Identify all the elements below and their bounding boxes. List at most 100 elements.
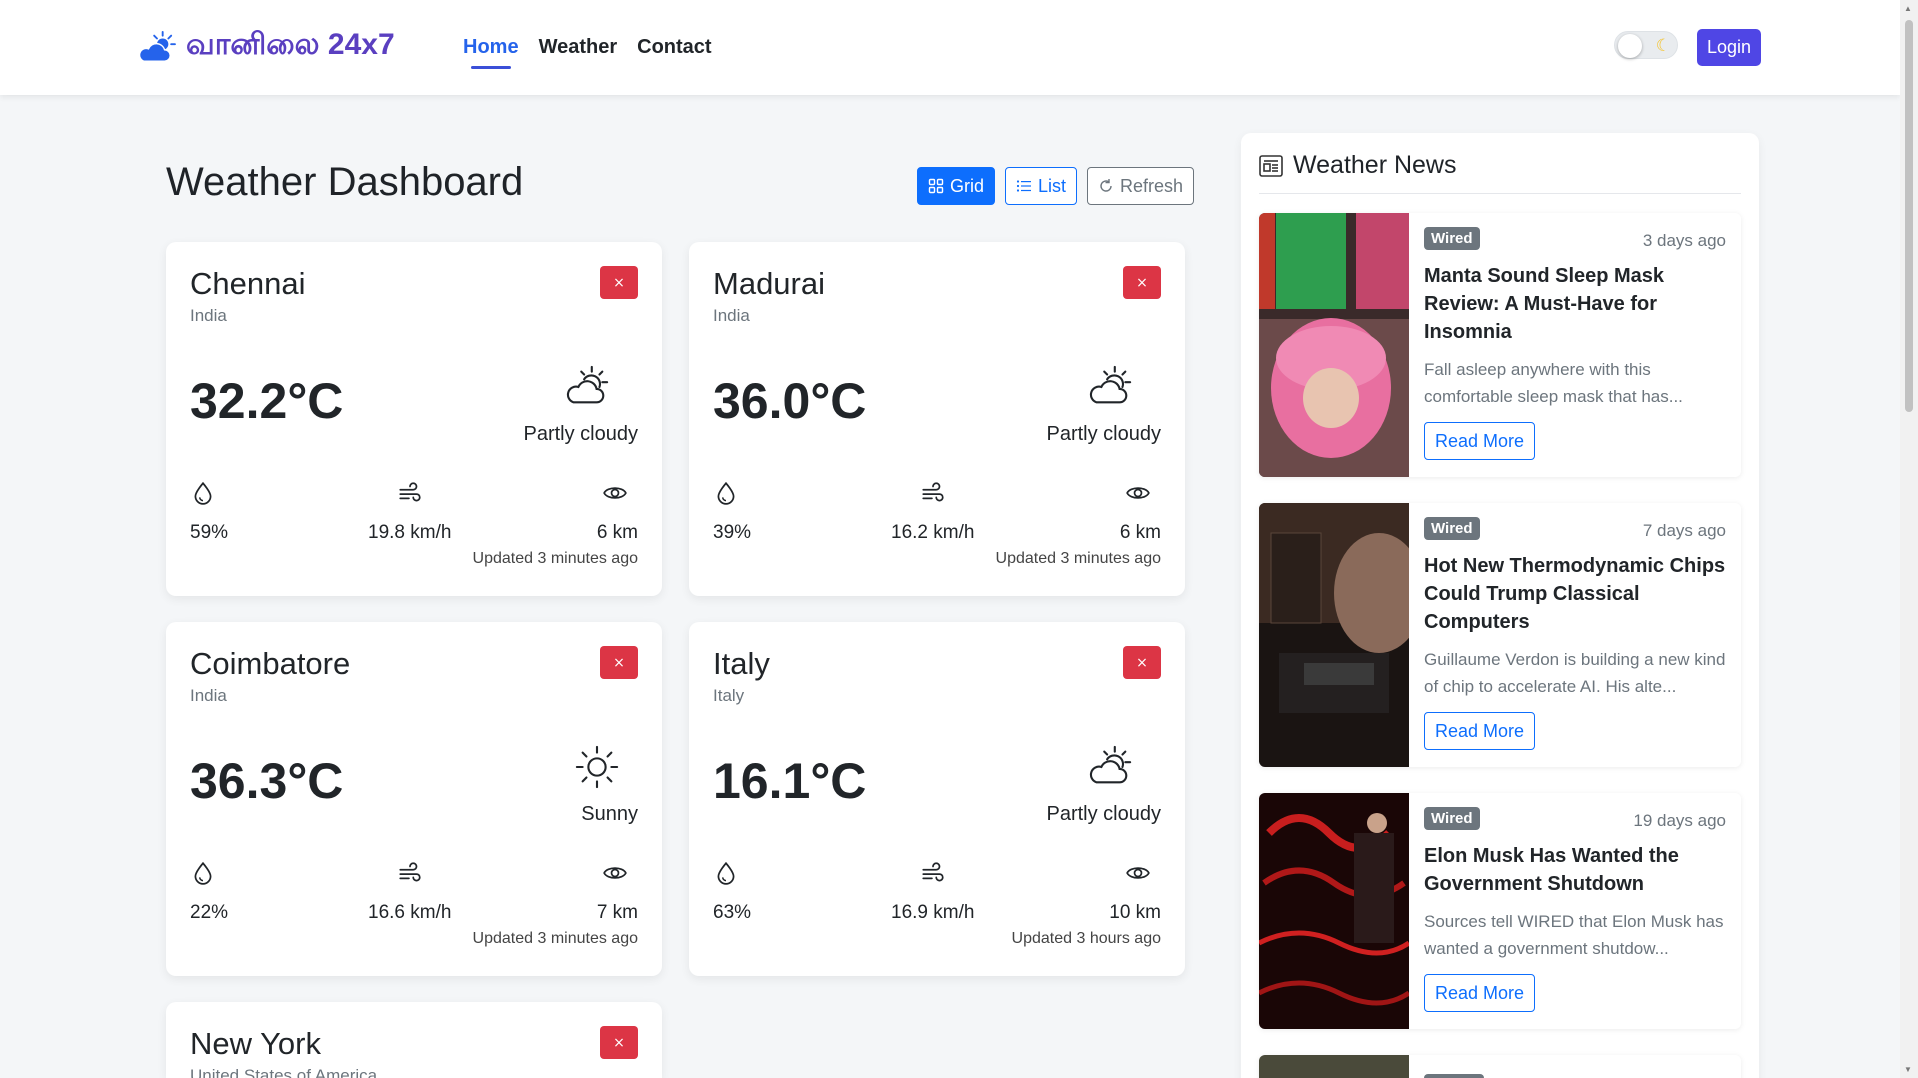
news-thumbnail: [1259, 213, 1409, 477]
remove-city-button[interactable]: ×: [600, 266, 638, 299]
newspaper-icon: [1259, 154, 1283, 177]
brand-name: வானிலை 24x7: [186, 28, 395, 61]
wind-value: 19.8 km/h: [368, 522, 452, 543]
news-item: Wired 19 days ago Elon Musk Has Wanted t…: [1259, 793, 1741, 1029]
brand[interactable]: வானிலை 24x7: [138, 28, 395, 66]
visibility-icon: [602, 860, 628, 886]
scrollbar-thumb[interactable]: [1905, 20, 1913, 412]
city-card-madurai: Madurai India × 36.0°C Partly cloudy 39%…: [689, 242, 1185, 596]
refresh-button[interactable]: Refresh: [1087, 167, 1195, 205]
toggle-knob: [1618, 34, 1642, 58]
nav-weather[interactable]: Weather: [539, 36, 618, 69]
wind-value: 16.9 km/h: [891, 902, 975, 923]
updated-time: Updated 3 hours ago: [1011, 930, 1161, 947]
source-badge: Wired: [1424, 517, 1480, 540]
city-card-coimbatore: Coimbatore India × 36.3°C Sunny 22% 16.6…: [166, 622, 662, 976]
wind-icon: [397, 480, 423, 506]
read-more-button[interactable]: Read More: [1424, 974, 1536, 1012]
humidity-icon: [713, 860, 739, 886]
partly-cloudy-icon: [1087, 744, 1133, 790]
news-panel: Weather News Wired 3 days ago Manta Soun…: [1241, 133, 1759, 1078]
updated-time: Updated 3 minutes ago: [472, 550, 638, 567]
wind-icon: [920, 480, 946, 506]
wind-icon: [397, 860, 423, 886]
page-title: Weather Dashboard: [166, 160, 524, 204]
city-name: Madurai: [713, 266, 825, 301]
news-headline: Elon Musk Has Wanted the Government Shut…: [1424, 845, 1679, 895]
visibility-icon: [602, 480, 628, 506]
city-country: Italy: [713, 686, 745, 705]
city-card-chennai: Chennai India × 32.2°C Partly cloudy 59%…: [166, 242, 662, 596]
news-body: Wired 3 days ago Manta Sound Sleep Mask …: [1424, 227, 1726, 460]
news-body: Wired 7 days ago Hot New Thermodynamic C…: [1424, 517, 1726, 750]
news-thumbnail: [1259, 793, 1409, 1029]
theme-toggle[interactable]: ☾: [1614, 31, 1678, 59]
city-name: Italy: [713, 646, 770, 681]
news-summary: Guillaume Verdon is building a new kind …: [1424, 650, 1726, 696]
city-country: India: [190, 686, 227, 705]
wind-value: 16.2 km/h: [891, 522, 975, 543]
scroll-up-arrow-icon[interactable]: ▲: [1904, 4, 1912, 13]
remove-city-button[interactable]: ×: [1123, 646, 1161, 679]
nav-home[interactable]: Home: [463, 36, 519, 69]
grid-view-button[interactable]: Grid: [917, 167, 996, 205]
news-headline: Manta Sound Sleep Mask Review: A Must-Ha…: [1424, 265, 1665, 343]
news-item: Wired 7 days ago Hot New Thermodynamic C…: [1259, 503, 1741, 767]
login-button[interactable]: Login: [1697, 29, 1761, 66]
source-badge: Wired: [1424, 807, 1480, 830]
city-name: Coimbatore: [190, 646, 351, 681]
remove-city-button[interactable]: ×: [1123, 266, 1161, 299]
updated-time: Updated 3 minutes ago: [995, 550, 1161, 567]
condition: Partly cloudy: [1046, 803, 1162, 825]
news-thumbnail: [1259, 1055, 1409, 1078]
scroll-down-arrow-icon[interactable]: ▼: [1904, 1065, 1912, 1074]
news-headline: Hot New Thermodynamic Chips Could Trump …: [1424, 555, 1726, 633]
visibility-value: 7 km: [596, 902, 638, 923]
humidity-icon: [713, 480, 739, 506]
view-toggle-group: Grid List Refresh: [917, 167, 1195, 205]
visibility-icon: [1125, 860, 1151, 886]
updated-time: Updated 3 minutes ago: [472, 930, 638, 947]
humidity-icon: [190, 860, 216, 886]
read-more-button[interactable]: Read More: [1424, 422, 1536, 460]
list-label: List: [1038, 175, 1067, 196]
list-icon: [1016, 180, 1032, 192]
visibility-value: 6 km: [596, 522, 638, 543]
read-more-button[interactable]: Read More: [1424, 712, 1536, 750]
temperature: 36.0°C: [713, 373, 867, 429]
news-header: Weather News: [1259, 151, 1457, 180]
news-time: 3 days ago: [1642, 231, 1726, 250]
city-country: India: [713, 306, 750, 325]
news-time: 7 days ago: [1642, 521, 1726, 540]
remove-city-button[interactable]: ×: [600, 1026, 638, 1059]
nav-contact[interactable]: Contact: [637, 36, 711, 69]
cloud-sun-icon: [138, 30, 176, 62]
news-item: Wired 3 days ago Manta Sound Sleep Mask …: [1259, 213, 1741, 477]
list-view-button[interactable]: List: [1005, 167, 1078, 205]
visibility-icon: [1125, 480, 1151, 506]
humidity-value: 59%: [190, 522, 229, 543]
wind-value: 16.6 km/h: [368, 902, 452, 923]
grid-icon: [928, 178, 944, 194]
nav-links: Home Weather Contact: [463, 36, 712, 69]
temperature: 32.2°C: [190, 373, 344, 429]
news-time: 19 days ago: [1633, 811, 1726, 830]
condition: Partly cloudy: [1046, 423, 1162, 445]
navbar: வானிலை 24x7 Home Weather Contact ☾ Login: [0, 0, 1900, 95]
partly-cloudy-icon: [1087, 364, 1133, 410]
condition: Sunny: [581, 803, 638, 825]
partly-cloudy-icon: [564, 364, 610, 410]
city-card-new-york: New York United States of America ×: [166, 1002, 662, 1078]
visibility-value: 6 km: [1119, 522, 1161, 543]
refresh-icon: [1100, 179, 1112, 192]
humidity-icon: [190, 480, 216, 506]
city-country: India: [190, 306, 227, 325]
page-scrollbar[interactable]: ▲ ▼: [1900, 0, 1918, 1078]
news-item: [1259, 1055, 1741, 1078]
moon-icon: ☾: [1655, 36, 1671, 55]
humidity-value: 22%: [190, 902, 229, 923]
remove-city-button[interactable]: ×: [600, 646, 638, 679]
news-body: Wired 19 days ago Elon Musk Has Wanted t…: [1424, 807, 1726, 1012]
divider: [1259, 193, 1741, 194]
temperature: 16.1°C: [713, 753, 867, 809]
